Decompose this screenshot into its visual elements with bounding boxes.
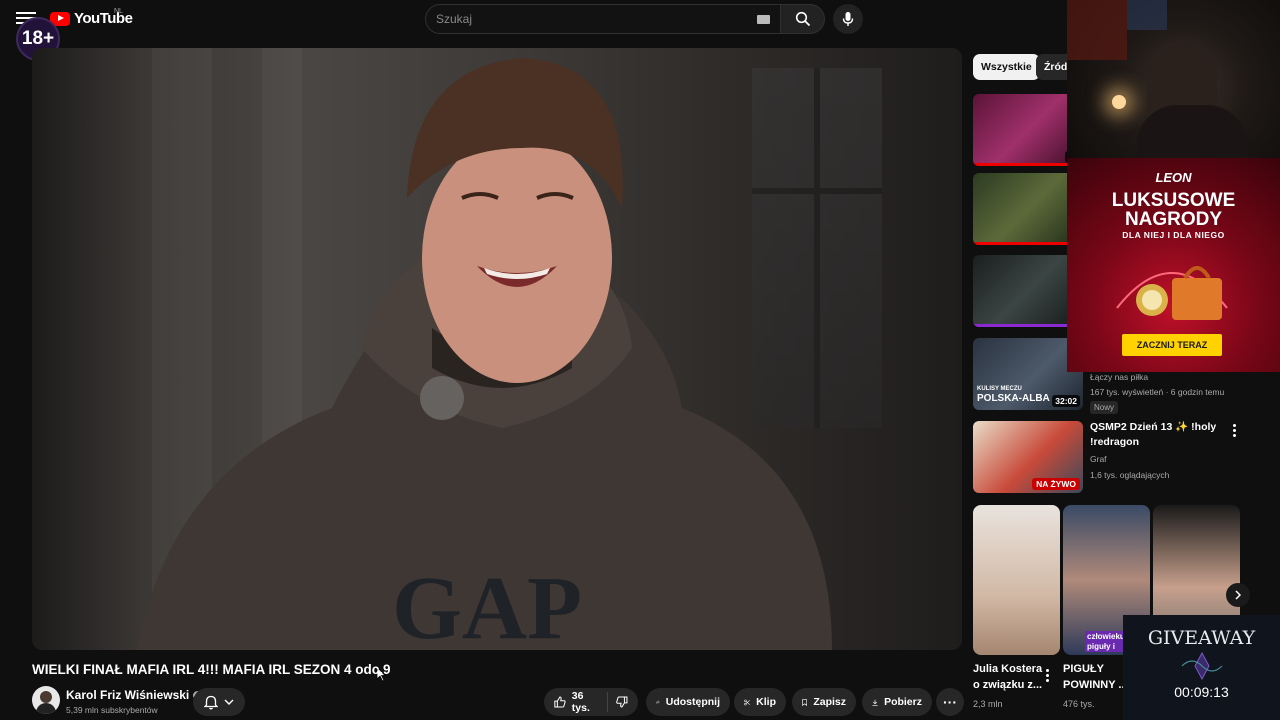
sponsor-ad-overlay[interactable]: LEON LUKSUSOWE NAGRODY DLA NIEJ I DLA NI… [1067, 158, 1280, 372]
gift-prizes-illustration [1116, 266, 1228, 320]
share-button[interactable]: Udostępnij [646, 688, 730, 716]
video-options-icon[interactable] [1233, 424, 1237, 439]
thumbnail-overlay-text: KULISY MECZU POLSKA-ALBA [977, 386, 1050, 404]
ad-headline: LUKSUSOWE NAGRODY [1111, 190, 1236, 230]
ad-brand: LEON [1155, 170, 1192, 185]
sidebar-video-meta: 167 tys. wyświetleń · 6 godzin temu [1090, 387, 1225, 397]
logo-text: YouTube [74, 10, 133, 27]
streamer-webcam [1067, 0, 1280, 158]
short-views: 2,3 mln [973, 699, 1003, 709]
sidebar-video-title[interactable]: QSMP2 Dzień 13 ✨ !holy !redragon [1090, 420, 1220, 450]
search-input[interactable]: Szukaj [425, 4, 781, 34]
giveaway-overlay: GIVEAWAY 00:09:13 [1123, 615, 1280, 720]
ad-cta-button[interactable]: ZACZNIJ TERAZ [1122, 334, 1222, 356]
download-label: Pobierz [884, 696, 922, 708]
giveaway-title: GIVEAWAY [1147, 627, 1256, 649]
microphone-icon [842, 12, 854, 26]
ad-subtitle: DLA NIEJ I DLA NIEGO [1122, 230, 1225, 240]
search-bar: Szukaj [425, 4, 825, 34]
giveaway-ornament-icon [1181, 651, 1223, 681]
scissors-icon [744, 699, 750, 705]
short-title[interactable]: PIGUŁY POWINNY ... [1063, 662, 1128, 694]
channel-avatar[interactable] [32, 686, 60, 714]
clip-label: Klip [756, 696, 776, 708]
short-title[interactable]: Julia Kostera o związku z... [973, 662, 1042, 694]
region-code: NL [114, 8, 123, 15]
like-icon[interactable] [554, 695, 566, 709]
dislike-icon[interactable] [616, 695, 628, 709]
video-title: WIELKI FINAŁ MAFIA IRL 4!!! MAFIA IRL SE… [32, 662, 391, 677]
giveaway-timer: 00:09:13 [1174, 684, 1229, 700]
more-horizontal-icon: ··· [943, 694, 957, 710]
subscriber-count: 5,39 mln subskrybentów [66, 705, 158, 715]
more-actions-button[interactable]: ··· [936, 688, 964, 716]
share-icon [656, 700, 660, 704]
short-overlay-text: człowieku piguły i [1085, 631, 1125, 653]
share-label: Udostępnij [665, 696, 720, 708]
search-icon [795, 11, 810, 27]
like-count[interactable]: 36 tys. [572, 690, 600, 714]
live-badge: NA ŻYWO [1032, 478, 1080, 490]
video-player[interactable]: GAP [32, 48, 962, 650]
shorts-next-button[interactable] [1226, 583, 1250, 607]
chevron-right-icon [1235, 590, 1241, 600]
bell-icon [204, 695, 218, 709]
chip-all[interactable]: Wszystkie [973, 54, 1040, 80]
keyboard-icon[interactable] [757, 14, 770, 24]
channel-name[interactable]: Karol Friz Wiśniewski [66, 688, 203, 702]
sidebar-video-meta: 1,6 tys. oglądających [1090, 470, 1170, 480]
short-views: 476 tys. [1063, 699, 1095, 709]
voice-search-button[interactable] [833, 4, 863, 34]
chevron-down-icon [224, 699, 234, 705]
download-icon [872, 699, 878, 706]
sidebar-video-channel[interactable]: Graf [1090, 454, 1107, 464]
search-placeholder: Szukaj [436, 12, 473, 26]
sidebar-video-channel[interactable]: Łączy nas piłka [1090, 372, 1148, 382]
save-label: Zapisz [813, 696, 846, 708]
sidebar-thumbnail-5[interactable]: NA ŻYWO [973, 421, 1083, 493]
search-button[interactable] [781, 4, 825, 34]
notification-bell-button[interactable] [193, 688, 245, 716]
short-thumbnail-1[interactable] [973, 505, 1060, 655]
video-frame-person: GAP [137, 58, 832, 650]
clip-button[interactable]: Klip [734, 688, 786, 716]
save-button[interactable]: Zapisz [792, 688, 856, 716]
channel-name-text: Karol Friz Wiśniewski [66, 688, 190, 702]
like-dislike-group: 36 tys. [544, 688, 638, 716]
new-badge: Nowy [1090, 401, 1119, 414]
thumbnail-duration: 32:02 [1052, 395, 1080, 407]
download-button[interactable]: Pobierz [862, 688, 932, 716]
svg-text:GAP: GAP [392, 559, 582, 650]
short-options-icon[interactable] [1046, 669, 1050, 684]
bookmark-icon [802, 698, 808, 706]
